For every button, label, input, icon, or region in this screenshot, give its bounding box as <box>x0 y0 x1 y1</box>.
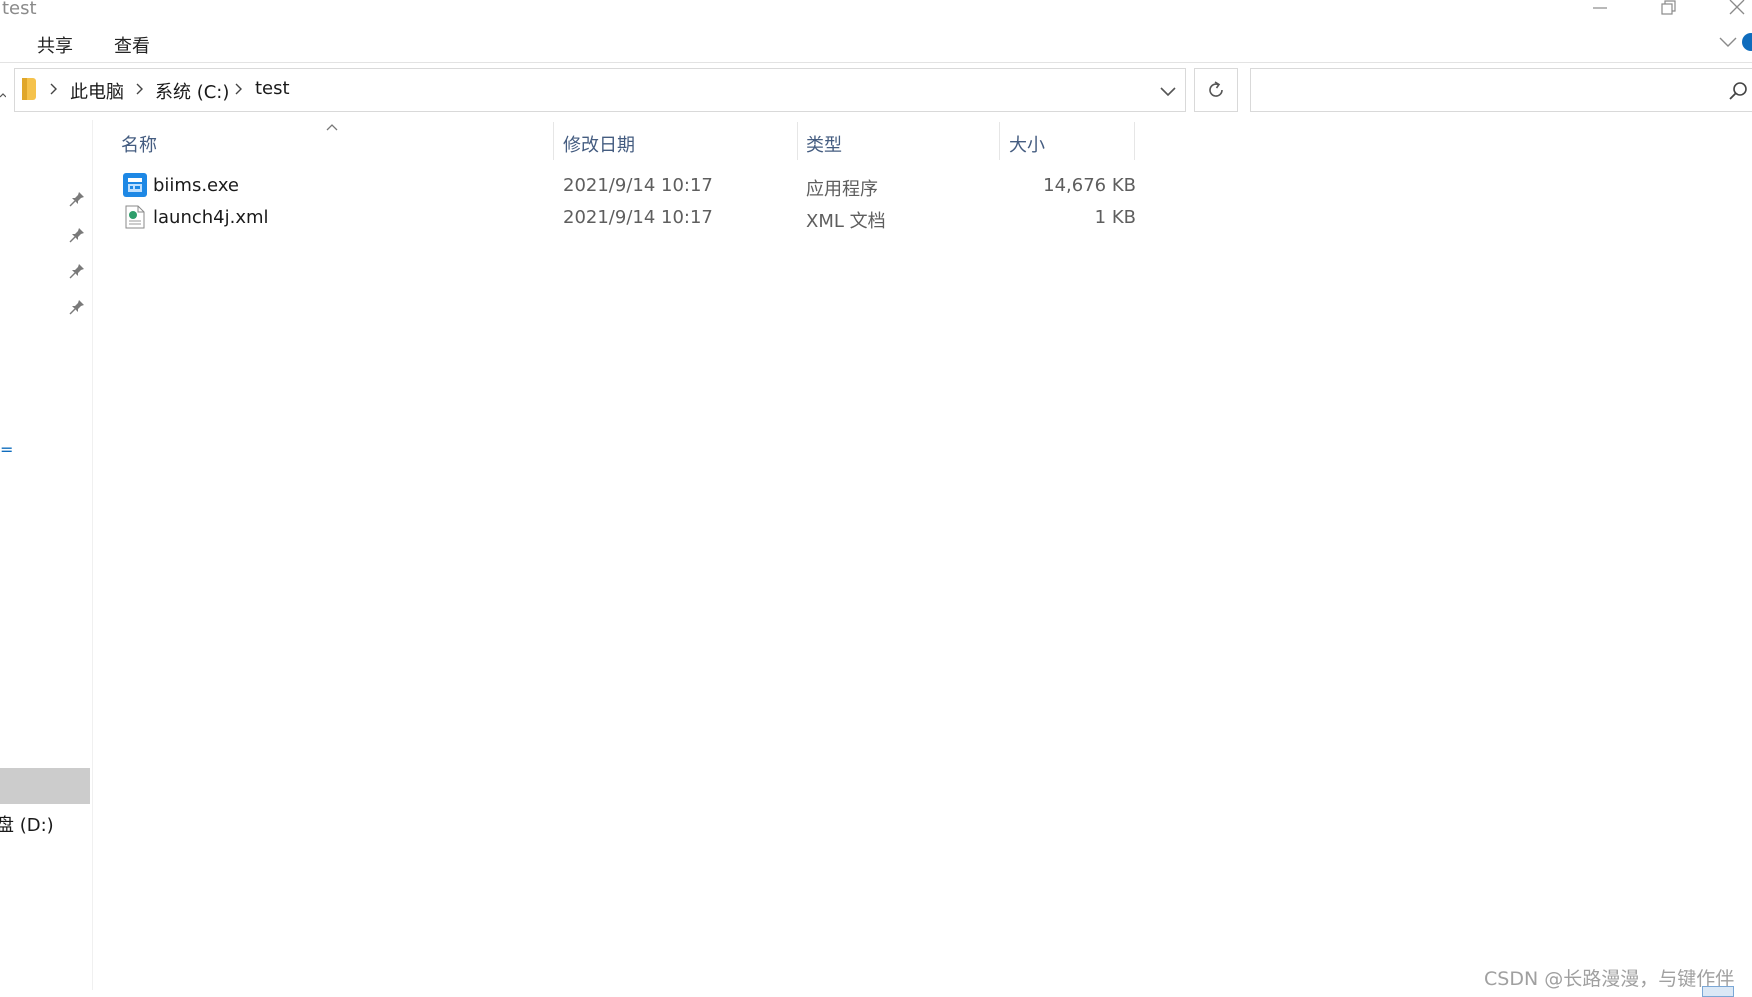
breadcrumb-system-c[interactable]: 系统 (C:) <box>155 78 229 104</box>
column-divider[interactable] <box>553 122 554 160</box>
restore-icon <box>1661 0 1676 15</box>
file-name[interactable]: biims.exe <box>153 175 239 196</box>
file-row[interactable]: launch4j.xml 2021/9/14 10:17 XML 文档 1 KB <box>120 202 1136 234</box>
chevron-down-icon <box>1719 37 1737 47</box>
chevron-down-icon <box>1160 87 1176 97</box>
column-header-modified[interactable]: 修改日期 <box>563 131 635 157</box>
address-history-button[interactable] <box>1158 82 1178 102</box>
xml-document-icon <box>123 205 147 229</box>
nav-item-drive-d[interactable]: 盘 (D:) <box>0 811 54 837</box>
navigation-pane <box>0 120 92 997</box>
help-icon[interactable] <box>1742 33 1752 51</box>
sort-ascending-icon <box>324 118 340 131</box>
nav-item-fragment[interactable]: = <box>0 440 13 459</box>
file-type: 应用程序 <box>806 179 878 200</box>
minimize-icon <box>1593 7 1607 9</box>
watermark: CSDN @长路漫漫，与键作伴 <box>1484 968 1735 990</box>
refresh-icon <box>1204 78 1228 102</box>
pin-icon[interactable] <box>68 298 86 316</box>
file-size: 14,676 KB <box>1043 175 1136 196</box>
breadcrumb-separator-icon[interactable] <box>233 80 245 98</box>
ribbon-tab-share[interactable]: 共享 <box>37 32 73 58</box>
file-type: XML 文档 <box>806 211 886 232</box>
breadcrumb-separator-icon[interactable] <box>48 80 60 98</box>
nav-item-selected[interactable] <box>0 768 90 804</box>
column-divider[interactable] <box>1134 122 1135 160</box>
pane-divider[interactable] <box>92 120 93 990</box>
window-title: test <box>2 0 37 19</box>
breadcrumb-this-pc[interactable]: 此电脑 <box>70 78 124 104</box>
folder-icon <box>22 78 36 100</box>
nav-item-selected-label: ) <box>0 776 1 796</box>
column-divider[interactable] <box>999 122 1000 160</box>
file-name[interactable]: launch4j.xml <box>153 207 269 228</box>
search-icon[interactable] <box>1728 80 1750 102</box>
file-modified: 2021/9/14 10:17 <box>563 207 713 228</box>
up-arrow-icon[interactable] <box>0 86 7 98</box>
restore-button[interactable] <box>1648 0 1688 20</box>
file-modified: 2021/9/14 10:17 <box>563 175 713 196</box>
ribbon-tab-view[interactable]: 查看 <box>114 32 150 58</box>
breadcrumb-separator-icon[interactable] <box>134 80 146 98</box>
close-button[interactable] <box>1716 0 1752 20</box>
ribbon-expand-button[interactable] <box>1716 30 1740 54</box>
file-row[interactable]: biims.exe 2021/9/14 10:17 应用程序 14,676 KB <box>120 170 1136 202</box>
file-size: 1 KB <box>1094 207 1136 228</box>
close-icon <box>1729 0 1745 15</box>
pin-icon[interactable] <box>68 226 86 244</box>
ribbon-divider <box>0 62 1752 63</box>
pin-icon[interactable] <box>68 190 86 208</box>
view-toggle-button[interactable] <box>1702 986 1734 997</box>
column-header-type[interactable]: 类型 <box>806 131 842 157</box>
column-header-name[interactable]: 名称 <box>121 131 157 157</box>
exe-icon <box>123 173 147 197</box>
minimize-button[interactable] <box>1580 0 1620 20</box>
pin-icon[interactable] <box>68 262 86 280</box>
column-header-size[interactable]: 大小 <box>1009 131 1045 157</box>
search-input[interactable] <box>1250 68 1752 112</box>
breadcrumb-test[interactable]: test <box>255 78 290 99</box>
column-divider[interactable] <box>797 122 798 160</box>
